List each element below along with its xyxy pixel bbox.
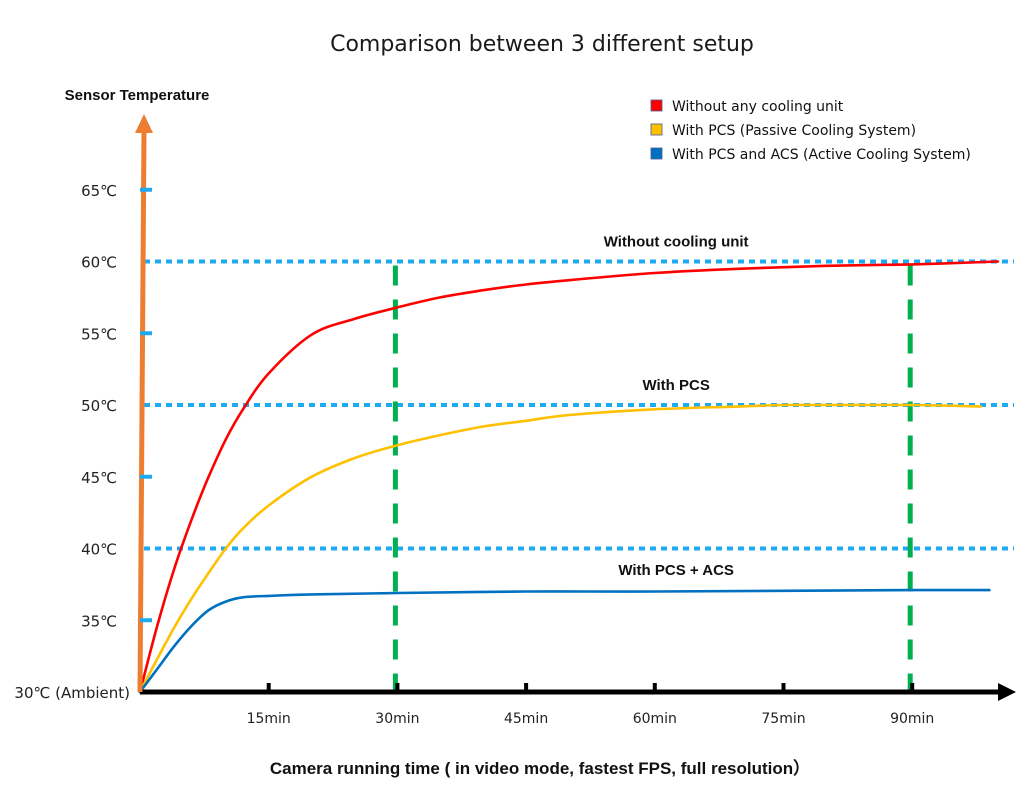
axes [135, 114, 1016, 701]
y-tick-label-60: 60℃ [81, 254, 117, 272]
legend-swatch-1 [650, 99, 663, 112]
y-axis-title: Sensor Temperature [65, 87, 210, 104]
y-tick-label-45: 45℃ [81, 469, 117, 487]
y-tick-label-35: 35℃ [81, 612, 117, 630]
chart-title: Comparison between 3 different setup [330, 32, 754, 57]
annotation-1: Without cooling unit [604, 233, 749, 250]
annotation-3: With PCS + ACS [618, 562, 734, 579]
x-axis-arrow-icon [998, 683, 1016, 701]
series-lines [138, 260, 1000, 694]
legend-swatch-2 [650, 123, 663, 136]
x-tick-label-60: 60min [633, 711, 677, 727]
legend-label-3: With PCS and ACS (Active Cooling System) [672, 147, 971, 163]
x-axis-title: Camera running time ( in video mode, fas… [270, 758, 810, 778]
y-axis-line [137, 129, 147, 693]
series-line-3 [138, 588, 991, 694]
x-tick-label-90: 90min [890, 711, 934, 727]
annotation-2: With PCS [642, 377, 709, 394]
y-tick-label-40: 40℃ [81, 541, 117, 559]
y-tick-label-55: 55℃ [81, 325, 117, 343]
y-axis-arrow-icon [135, 114, 153, 133]
y-ticks: 30℃ (Ambient) 35℃ 40℃ 45℃ 50℃ 55℃ 60℃ 65℃ [14, 182, 152, 702]
x-tick-label-75: 75min [761, 711, 805, 727]
legend: Without any cooling unit With PCS (Passiv… [650, 99, 971, 163]
x-tick-label-30: 30min [375, 711, 419, 727]
legend-label-2: With PCS (Passive Cooling System) [672, 123, 916, 139]
legend-swatch-3 [650, 147, 663, 160]
legend-label-1: Without any cooling unit [672, 99, 844, 115]
x-tick-label-15: 15min [247, 711, 291, 727]
y-tick-label-50: 50℃ [81, 397, 117, 415]
y-tick-label-30: 30℃ (Ambient) [14, 684, 130, 702]
vertical-reference-lines [392, 265, 913, 690]
y-tick-label-65: 65℃ [81, 182, 117, 200]
chart: Comparison between 3 different setup Sen… [14, 32, 1016, 778]
x-tick-label-45: 45min [504, 711, 548, 727]
series-line-1 [138, 260, 1000, 694]
